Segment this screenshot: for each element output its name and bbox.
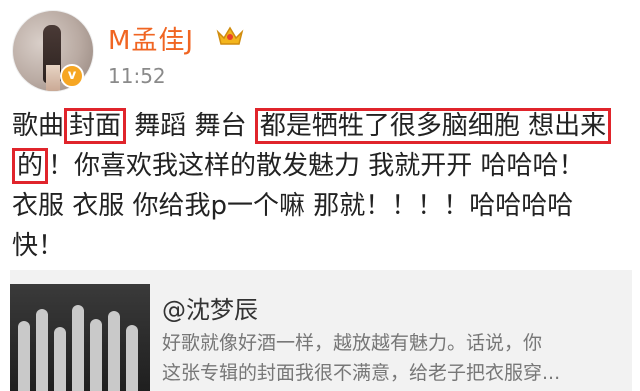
crown-icon — [216, 26, 244, 45]
post-text: 歌曲 封面 舞蹈 舞台 都是牺牲了很多脑细胞 想出来 的！你喜欢我这样的散发魅力 … — [12, 106, 632, 266]
post-line: 快！ — [12, 231, 65, 261]
repost-username[interactable]: @沈梦辰 — [162, 290, 258, 325]
repost-body: 好歌就像好酒一样，越放越有魅力。话说，你 这张专辑的封面我很不满意，给老子把衣服… — [162, 332, 561, 384]
repost-card[interactable]: @沈梦辰 好歌就像好酒一样，越放越有魅力。话说，你 这张专辑的封面我很不满意，给… — [10, 270, 632, 391]
highlight-box: 的 — [12, 148, 49, 184]
timestamp: 11:52 — [108, 64, 166, 88]
verified-badge-icon: v — [60, 64, 84, 88]
username[interactable]: M孟佳J — [108, 20, 194, 57]
highlight-box: 都是牺牲了很多脑细胞 想出来 — [254, 108, 612, 144]
post-line: 的！你喜欢我这样的散发魅力 我就开开 哈哈哈！ — [12, 146, 632, 186]
post-line: 歌曲 封面 舞蹈 舞台 都是牺牲了很多脑细胞 想出来 — [12, 106, 632, 146]
repost-thumbnail[interactable] — [10, 284, 150, 391]
post-line: 衣服 衣服 你给我p一个嘛 那就！！！！哈哈哈哈 — [12, 191, 574, 221]
highlight-box: 封面 — [64, 108, 127, 144]
